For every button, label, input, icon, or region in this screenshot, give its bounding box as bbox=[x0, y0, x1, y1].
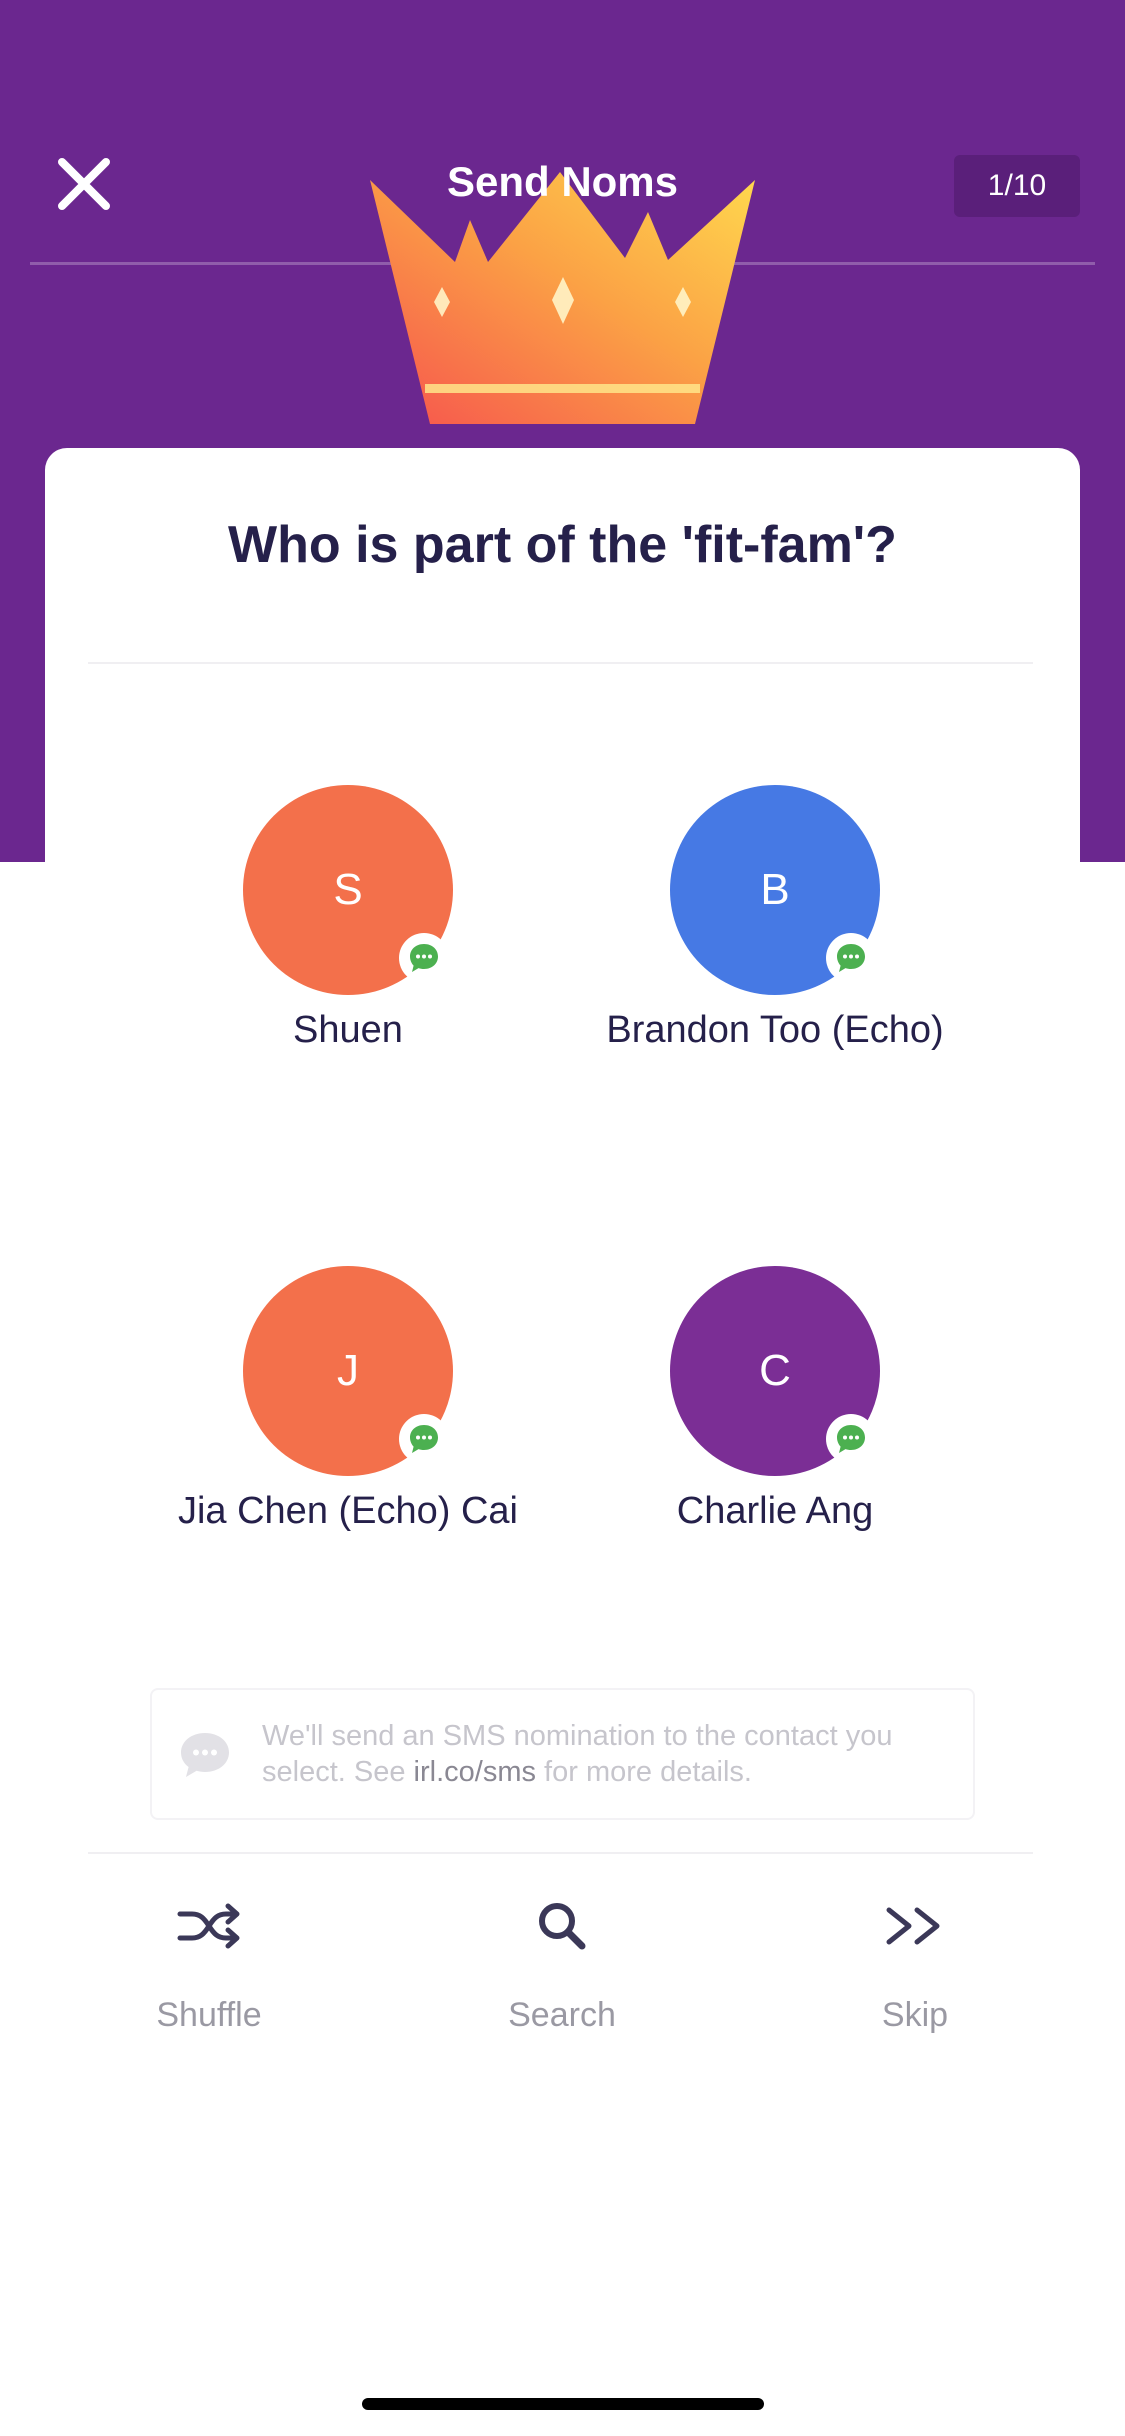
crown-icon bbox=[370, 172, 755, 424]
avatar-initial: S bbox=[333, 865, 363, 914]
sms-badge bbox=[826, 933, 876, 983]
contact-name: Charlie Ang bbox=[676, 1490, 874, 1532]
message-icon bbox=[410, 944, 438, 972]
skip-button[interactable]: Skip bbox=[790, 1890, 1040, 2035]
skip-icon bbox=[886, 1907, 940, 1945]
sms-badge bbox=[399, 1414, 449, 1464]
sms-badge bbox=[826, 1414, 876, 1464]
sms-info-link[interactable]: irl.co/sms bbox=[414, 1756, 536, 1788]
shuffle-button[interactable]: Shuffle bbox=[84, 1890, 334, 2035]
contact-option[interactable]: B Brandon Too (Echo) bbox=[555, 785, 995, 1052]
skip-label: Skip bbox=[881, 1996, 949, 2034]
message-icon bbox=[837, 1425, 865, 1453]
contact-name: Brandon Too (Echo) bbox=[606, 1009, 944, 1051]
chat-bubble-icon bbox=[181, 1733, 229, 1777]
sms-info-box: We'll send an SMS nomination to the cont… bbox=[150, 1688, 975, 1820]
sms-info-text-end: for more details. bbox=[535, 1756, 752, 1788]
avatar: C bbox=[670, 1266, 880, 1476]
avatar: S bbox=[243, 785, 453, 995]
avatar-initial: J bbox=[337, 1346, 359, 1395]
search-button[interactable]: Search bbox=[437, 1890, 687, 2035]
contact-option[interactable]: C Charlie Ang bbox=[555, 1266, 995, 1533]
home-indicator[interactable] bbox=[362, 2398, 764, 2410]
contact-option[interactable]: S Shuen bbox=[128, 785, 568, 1052]
actions-divider bbox=[88, 1852, 1033, 1854]
search-icon bbox=[539, 1903, 586, 1950]
contact-option[interactable]: J Jia Chen (Echo) Cai bbox=[128, 1266, 568, 1533]
message-icon bbox=[410, 1425, 438, 1453]
card-divider bbox=[88, 662, 1033, 664]
question-text: Who is part of the 'fit-fam'? bbox=[228, 516, 897, 574]
sms-info-text: We'll send an SMS nomination to the cont… bbox=[262, 1718, 952, 1790]
message-icon bbox=[837, 944, 865, 972]
page-title: Send Noms bbox=[446, 158, 679, 205]
sms-badge bbox=[399, 933, 449, 983]
search-label: Search bbox=[508, 1996, 616, 2034]
avatar: B bbox=[670, 785, 880, 995]
avatar-initial: B bbox=[760, 865, 790, 914]
avatar-initial: C bbox=[759, 1346, 791, 1395]
avatar: J bbox=[243, 1266, 453, 1476]
contact-name: Shuen bbox=[293, 1009, 403, 1051]
contact-name: Jia Chen (Echo) Cai bbox=[177, 1490, 519, 1532]
shuffle-label: Shuffle bbox=[156, 1996, 262, 2034]
shuffle-icon bbox=[177, 1903, 240, 1949]
